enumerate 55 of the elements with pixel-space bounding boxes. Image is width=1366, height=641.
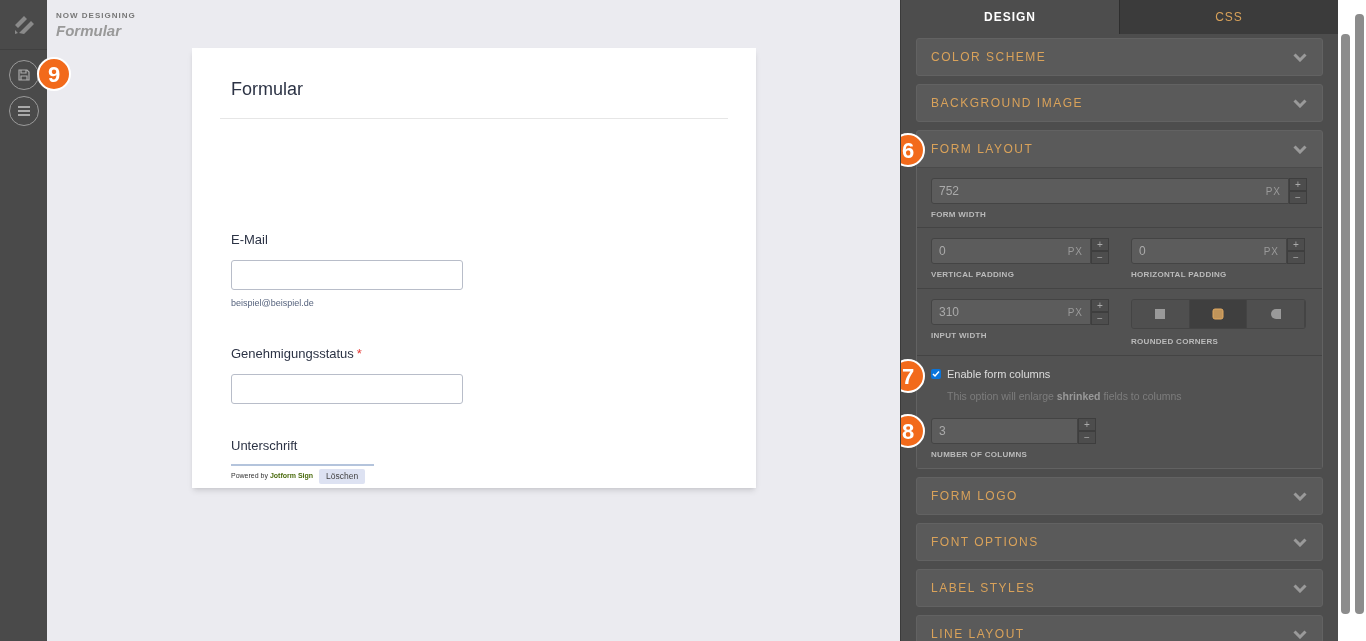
form-title: Formular	[231, 79, 303, 99]
number-field[interactable]: 752 PX	[931, 178, 1289, 204]
scrollbar[interactable]	[1341, 34, 1350, 614]
decrement-button[interactable]: −	[1287, 251, 1305, 264]
decrement-button[interactable]: −	[1078, 431, 1096, 445]
field-label: ROUNDED CORNERS	[1131, 336, 1220, 348]
field-label: Unterschrift	[231, 436, 299, 455]
required-mark: *	[356, 346, 362, 361]
corner-shape-icon	[1154, 308, 1167, 320]
corner-shape-icon	[1269, 308, 1282, 320]
step-badge: 9	[37, 57, 71, 91]
increment-button[interactable]: +	[1287, 238, 1305, 251]
corner-option[interactable]	[1189, 300, 1248, 328]
chevron-down-icon	[1293, 629, 1307, 639]
chevron-down-icon	[1293, 537, 1307, 547]
increment-button[interactable]: +	[1091, 299, 1109, 312]
decrement-button[interactable]: −	[1091, 312, 1109, 325]
field-label: FORM WIDTH	[931, 209, 987, 221]
step-badge: 8	[901, 414, 925, 449]
number-field[interactable]: 0 PX	[931, 238, 1091, 264]
field-label: VERTICAL PADDING	[931, 269, 1016, 281]
chevron-down-icon	[1293, 491, 1307, 501]
increment-button[interactable]: +	[1091, 238, 1109, 251]
step-badge: 6	[901, 133, 925, 167]
scrollbar[interactable]	[1355, 14, 1364, 614]
number-field[interactable]: 310 PX	[931, 299, 1091, 325]
chevron-down-icon	[1293, 583, 1307, 593]
text-input[interactable]	[231, 373, 463, 404]
chevron-down-icon	[1293, 144, 1307, 154]
increment-button[interactable]: +	[1078, 418, 1096, 432]
checkbox-label: Enable form columns	[947, 367, 1051, 382]
step-badge: 7	[901, 359, 925, 393]
field-label: INPUT WIDTH	[931, 330, 988, 342]
section-header[interactable]: FORM LAYOUT	[929, 131, 1319, 167]
text-input[interactable]	[231, 259, 463, 290]
eyebrow-text: NOW DESIGNING	[56, 10, 137, 22]
panel-tab[interactable]: CSS	[1119, 0, 1338, 34]
chevron-down-icon	[1293, 52, 1307, 62]
chevron-down-icon	[1293, 98, 1307, 108]
checkbox[interactable]	[931, 369, 941, 380]
sublabel: beispiel@beispiel.de	[231, 296, 315, 310]
decrement-button[interactable]: −	[1289, 191, 1307, 204]
number-field[interactable]: 0 PX	[1131, 238, 1287, 264]
form-name: Formular	[56, 22, 123, 40]
decrement-button[interactable]: −	[1091, 251, 1109, 264]
corner-shape-icon	[1212, 308, 1224, 320]
number-field[interactable]: 3	[931, 418, 1078, 445]
increment-button[interactable]: +	[1289, 178, 1307, 191]
corner-style-selector[interactable]	[1131, 299, 1306, 329]
field-label: NUMBER OF COLUMNS	[931, 449, 1029, 462]
menu-icon	[16, 105, 31, 117]
field-label: HORIZONTAL PADDING	[1131, 269, 1228, 281]
clear-button[interactable]: Löschen	[319, 469, 366, 484]
field-label: Genehmigungsstatus	[231, 346, 354, 361]
field-label: E-Mail	[231, 232, 268, 247]
